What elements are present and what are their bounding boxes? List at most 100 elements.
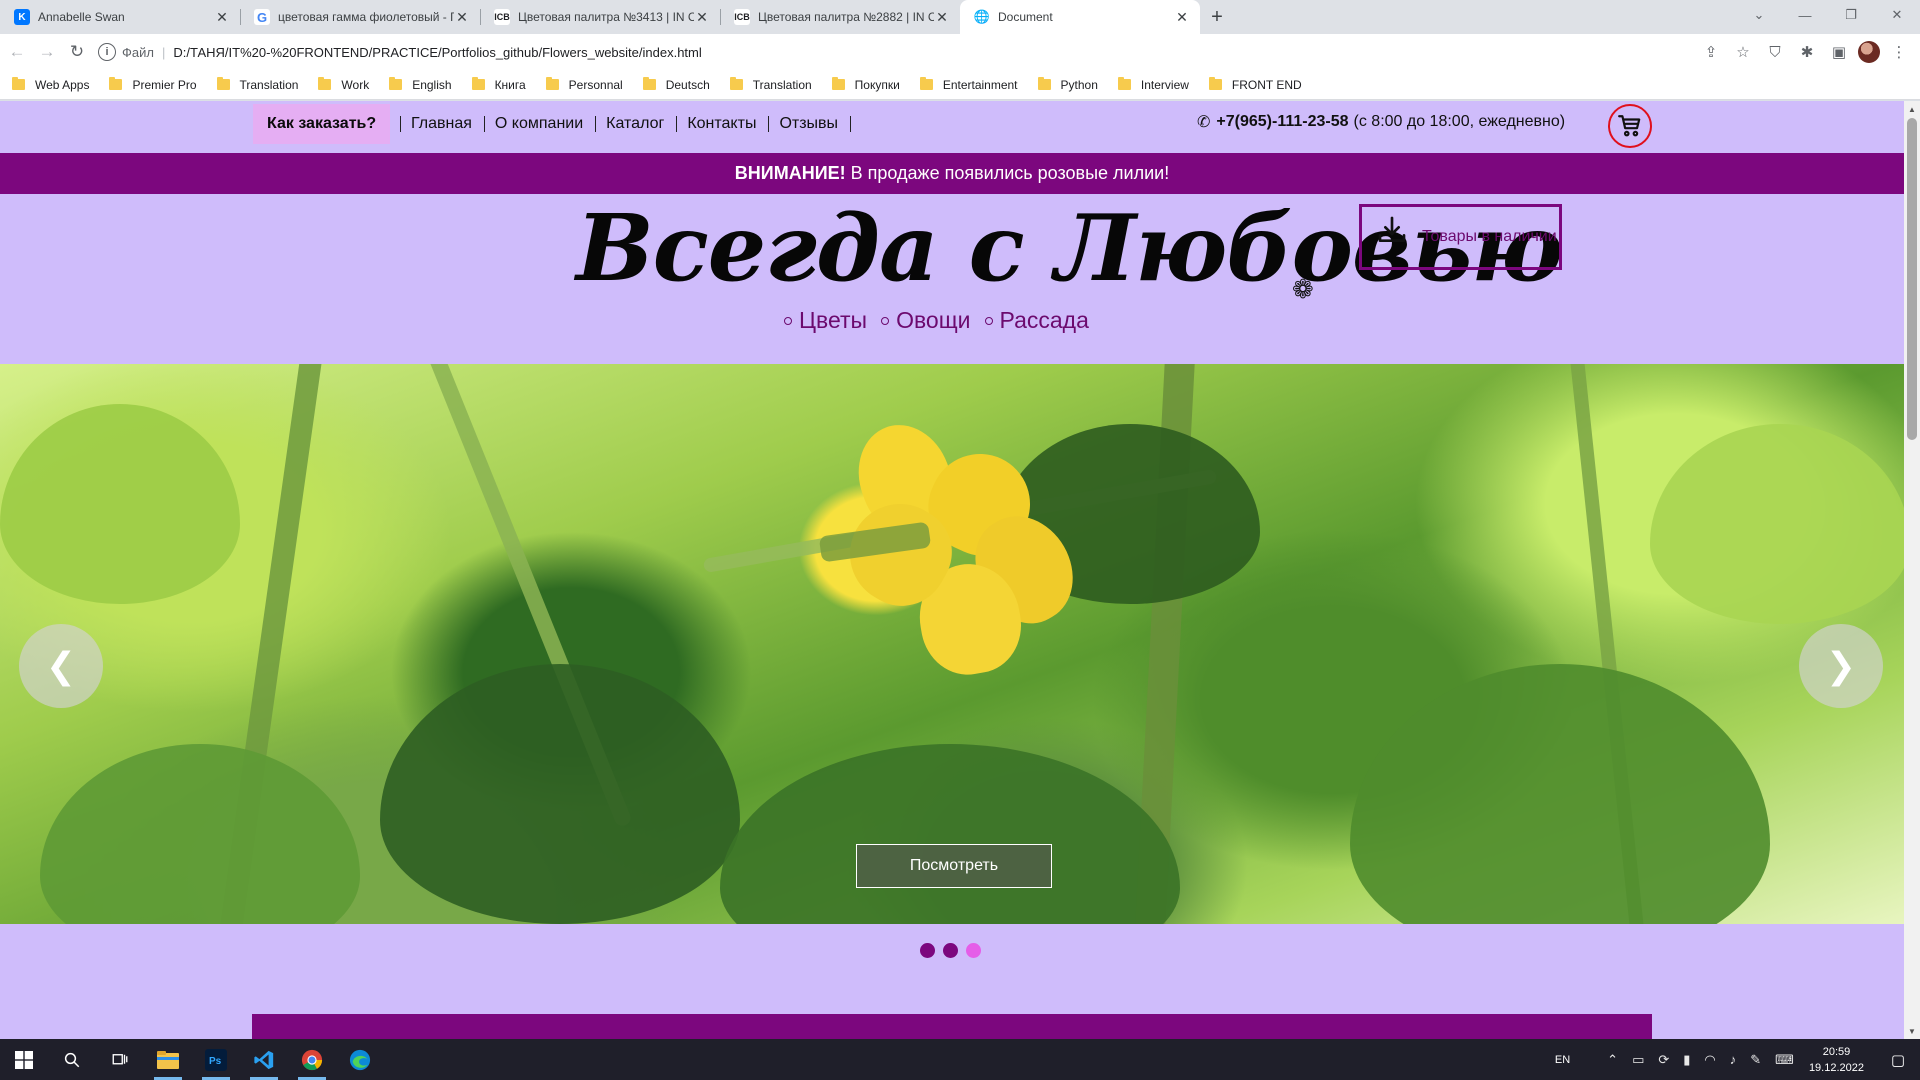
- close-tab-icon[interactable]: ✕: [454, 9, 470, 26]
- folder-icon: [12, 77, 25, 90]
- folder-icon: [1117, 77, 1131, 90]
- share-icon[interactable]: ⇪: [1698, 39, 1724, 65]
- browser-tab-active[interactable]: 🌐 Document ✕: [960, 0, 1200, 34]
- nav-link-catalog[interactable]: Каталог: [595, 116, 676, 132]
- bookmark-folder[interactable]: Покупки: [831, 77, 900, 92]
- volume-icon[interactable]: ♪: [1730, 1052, 1737, 1067]
- side-panel-icon[interactable]: ▣: [1826, 39, 1852, 65]
- bookmark-folder[interactable]: Книга: [471, 77, 526, 92]
- new-tab-button[interactable]: +: [1200, 0, 1234, 34]
- address-scheme: Файл: [122, 44, 154, 60]
- task-view-button[interactable]: [96, 1039, 144, 1080]
- slider-dot[interactable]: [943, 943, 958, 958]
- update-icon[interactable]: ⟳: [1658, 1052, 1669, 1068]
- hero-slider[interactable]: ❮ ❯ Посмотреть: [0, 364, 1904, 924]
- slider-dot[interactable]: [920, 943, 935, 958]
- close-tab-icon[interactable]: ✕: [1174, 9, 1190, 26]
- taskbar-file-explorer[interactable]: [144, 1039, 192, 1080]
- extensions-puzzle-icon[interactable]: ✱: [1794, 39, 1820, 65]
- tab-search-icon[interactable]: ⌄: [1736, 0, 1782, 30]
- meet-now-icon[interactable]: ▭: [1632, 1052, 1644, 1068]
- profile-avatar[interactable]: [1858, 41, 1880, 63]
- bookmark-folder[interactable]: Deutsch: [642, 77, 710, 92]
- clock-date: 19.12.2022: [1808, 1061, 1864, 1074]
- tab-title: Цветовая палитра №2882 | IN C: [758, 10, 934, 24]
- touch-keyboard-icon[interactable]: ⌨: [1775, 1052, 1794, 1068]
- bookmark-folder[interactable]: Python: [1037, 77, 1098, 92]
- browser-tab[interactable]: G цветовая гамма фиолетовый - Г ✕: [240, 0, 480, 34]
- start-button[interactable]: [0, 1039, 48, 1080]
- folder-icon: [831, 77, 845, 90]
- in-stock-download-button[interactable]: Товары в наличии: [1359, 204, 1562, 270]
- slider-next-button[interactable]: ❯: [1799, 624, 1883, 708]
- folder-icon: [216, 77, 230, 90]
- nav-link-reviews[interactable]: Отзывы: [768, 116, 852, 132]
- slide-image-leaf: [380, 664, 740, 924]
- scroll-up-icon[interactable]: ▲: [1904, 101, 1920, 117]
- folder-icon: [109, 77, 123, 90]
- menu-kebab-icon[interactable]: ⋮: [1886, 39, 1912, 65]
- reload-button[interactable]: ↻: [64, 37, 90, 67]
- bookmark-folder[interactable]: Work: [318, 77, 369, 92]
- search-button[interactable]: [48, 1039, 96, 1080]
- bookmark-star-icon[interactable]: ☆: [1730, 39, 1756, 65]
- nav-link-contacts[interactable]: Контакты: [676, 116, 768, 132]
- keyboard-language[interactable]: EN: [1555, 1054, 1570, 1066]
- close-window-button[interactable]: ✕: [1874, 0, 1920, 30]
- how-to-order-button[interactable]: Как заказать?: [253, 104, 391, 144]
- chevron-up-icon[interactable]: ⌃: [1607, 1052, 1618, 1068]
- category-vegetables[interactable]: Овощи: [881, 307, 971, 334]
- category-seedlings[interactable]: Рассада: [984, 307, 1089, 334]
- taskbar-chrome[interactable]: [288, 1039, 336, 1080]
- bookmark-folder[interactable]: Personnal: [545, 77, 623, 92]
- bookmark-folder[interactable]: English: [389, 77, 452, 92]
- browser-tab[interactable]: K Annabelle Swan ✕: [0, 0, 240, 34]
- slider-prev-button[interactable]: ❮: [19, 624, 103, 708]
- slider-dot[interactable]: [966, 943, 981, 958]
- cart-button[interactable]: [1608, 104, 1652, 148]
- globe-icon: 🌐: [973, 9, 991, 25]
- view-button[interactable]: Посмотреть: [856, 844, 1052, 888]
- clock-time: 20:59: [1822, 1045, 1851, 1058]
- browser-tabstrip: K Annabelle Swan ✕ G цветовая гамма фиол…: [0, 0, 1920, 34]
- restore-button[interactable]: ❐: [1828, 0, 1874, 30]
- bookmark-folder[interactable]: FRONT END: [1208, 77, 1302, 92]
- toolbar-actions: ⇪ ☆ ⛉ ✱ ▣ ⋮: [1698, 39, 1920, 65]
- bookmark-folder[interactable]: Translation: [729, 77, 812, 92]
- address-url[interactable]: D:/ТАНЯ/IT%20-%20FRONTEND/PRACTICE/Portf…: [173, 45, 701, 60]
- minimize-button[interactable]: —: [1782, 0, 1828, 30]
- nav-link-home[interactable]: Главная: [400, 116, 484, 132]
- bookmark-folder[interactable]: Web Apps: [12, 77, 89, 92]
- browser-tab[interactable]: ICB Цветовая палитра №2882 | IN C ✕: [720, 0, 960, 34]
- address-separator: |: [161, 44, 166, 60]
- bookmark-folder[interactable]: Translation: [216, 77, 298, 92]
- bookmark-folder[interactable]: Interview: [1117, 77, 1189, 92]
- scroll-down-icon[interactable]: ▼: [1904, 1023, 1920, 1039]
- category-flowers[interactable]: Цветы: [784, 307, 867, 334]
- system-clock[interactable]: 20:59 19.12.2022: [1809, 1044, 1864, 1076]
- address-bar[interactable]: i Файл | D:/ТАНЯ/IT%20-%20FRONTEND/PRACT…: [98, 38, 1698, 66]
- bookmark-folder[interactable]: Premier Pro: [109, 77, 197, 92]
- scrollbar-thumb[interactable]: [1907, 118, 1917, 440]
- back-button[interactable]: ←: [4, 37, 30, 67]
- close-tab-icon[interactable]: ✕: [694, 9, 710, 26]
- notification-center-icon[interactable]: ▢: [1876, 1051, 1920, 1069]
- bullet-icon: [881, 316, 890, 325]
- browser-tab[interactable]: ICB Цветовая палитра №3413 | IN C ✕: [480, 0, 720, 34]
- info-icon[interactable]: i: [98, 43, 116, 61]
- pen-icon[interactable]: ✎: [1750, 1052, 1761, 1068]
- taskbar-photoshop[interactable]: Ps: [192, 1039, 240, 1080]
- phone-contact[interactable]: ✆ +7(965)-111-23-58 (с 8:00 до 18:00, еж…: [1197, 112, 1565, 132]
- taskbar-vscode[interactable]: [240, 1039, 288, 1080]
- page-scrollbar[interactable]: ▲ ▼: [1904, 101, 1920, 1039]
- forward-button[interactable]: →: [34, 37, 60, 67]
- battery-icon[interactable]: ▮: [1683, 1052, 1690, 1068]
- folder-icon: [729, 77, 743, 90]
- shield-icon[interactable]: ⛉: [1762, 39, 1788, 65]
- taskbar-edge[interactable]: [336, 1039, 384, 1080]
- wifi-icon[interactable]: ◠: [1704, 1052, 1715, 1068]
- bookmark-folder[interactable]: Entertainment: [919, 77, 1018, 92]
- close-tab-icon[interactable]: ✕: [214, 9, 230, 26]
- close-tab-icon[interactable]: ✕: [934, 9, 950, 26]
- nav-link-about[interactable]: О компании: [483, 116, 595, 132]
